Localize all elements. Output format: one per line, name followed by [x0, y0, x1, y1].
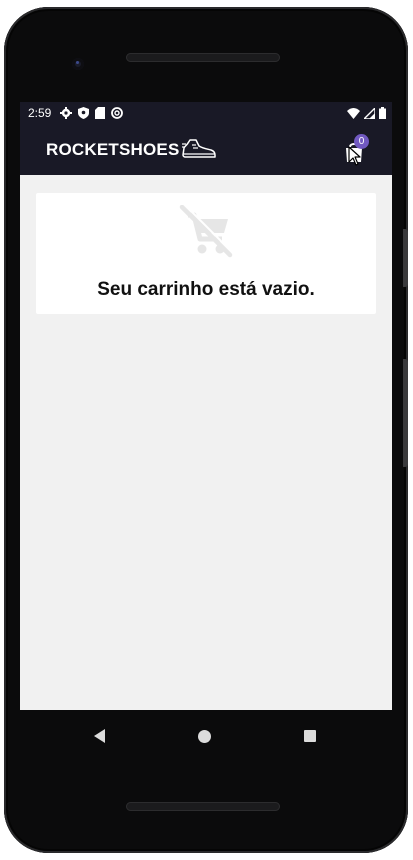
signal-icon	[364, 107, 375, 119]
home-button[interactable]	[198, 730, 211, 743]
app-screen: 2:59 ROCKETSHOES 0 Seu carrinho está vaz…	[20, 102, 392, 710]
remove-shopping-cart-icon	[179, 205, 234, 258]
sd-card-icon	[95, 107, 105, 119]
front-camera	[72, 58, 84, 70]
shield-icon	[78, 107, 89, 119]
status-bar: 2:59	[20, 102, 392, 124]
bottom-speaker	[126, 802, 280, 811]
status-time: 2:59	[28, 106, 52, 120]
volume-button	[403, 229, 408, 287]
recents-button[interactable]	[304, 730, 316, 742]
running-shoe-icon	[182, 139, 216, 158]
wifi-icon	[347, 107, 360, 119]
phone-frame: 2:59 ROCKETSHOES 0 Seu carrinho está vaz…	[4, 7, 408, 853]
empty-cart-message: Seu carrinho está vazio.	[97, 279, 315, 300]
top-speaker	[126, 53, 280, 62]
empty-cart-card: Seu carrinho está vazio.	[36, 193, 376, 314]
system-nav-bar	[20, 710, 392, 762]
settings-icon	[60, 107, 72, 119]
power-button	[403, 359, 408, 467]
cart-button[interactable]: 0	[340, 134, 380, 170]
back-button[interactable]	[94, 729, 105, 743]
app-header: ROCKETSHOES 0	[20, 124, 392, 175]
sync-icon	[111, 107, 123, 119]
brand-logo[interactable]: ROCKETSHOES	[46, 140, 180, 160]
mouse-pointer-icon	[348, 146, 361, 166]
battery-icon	[379, 107, 386, 119]
